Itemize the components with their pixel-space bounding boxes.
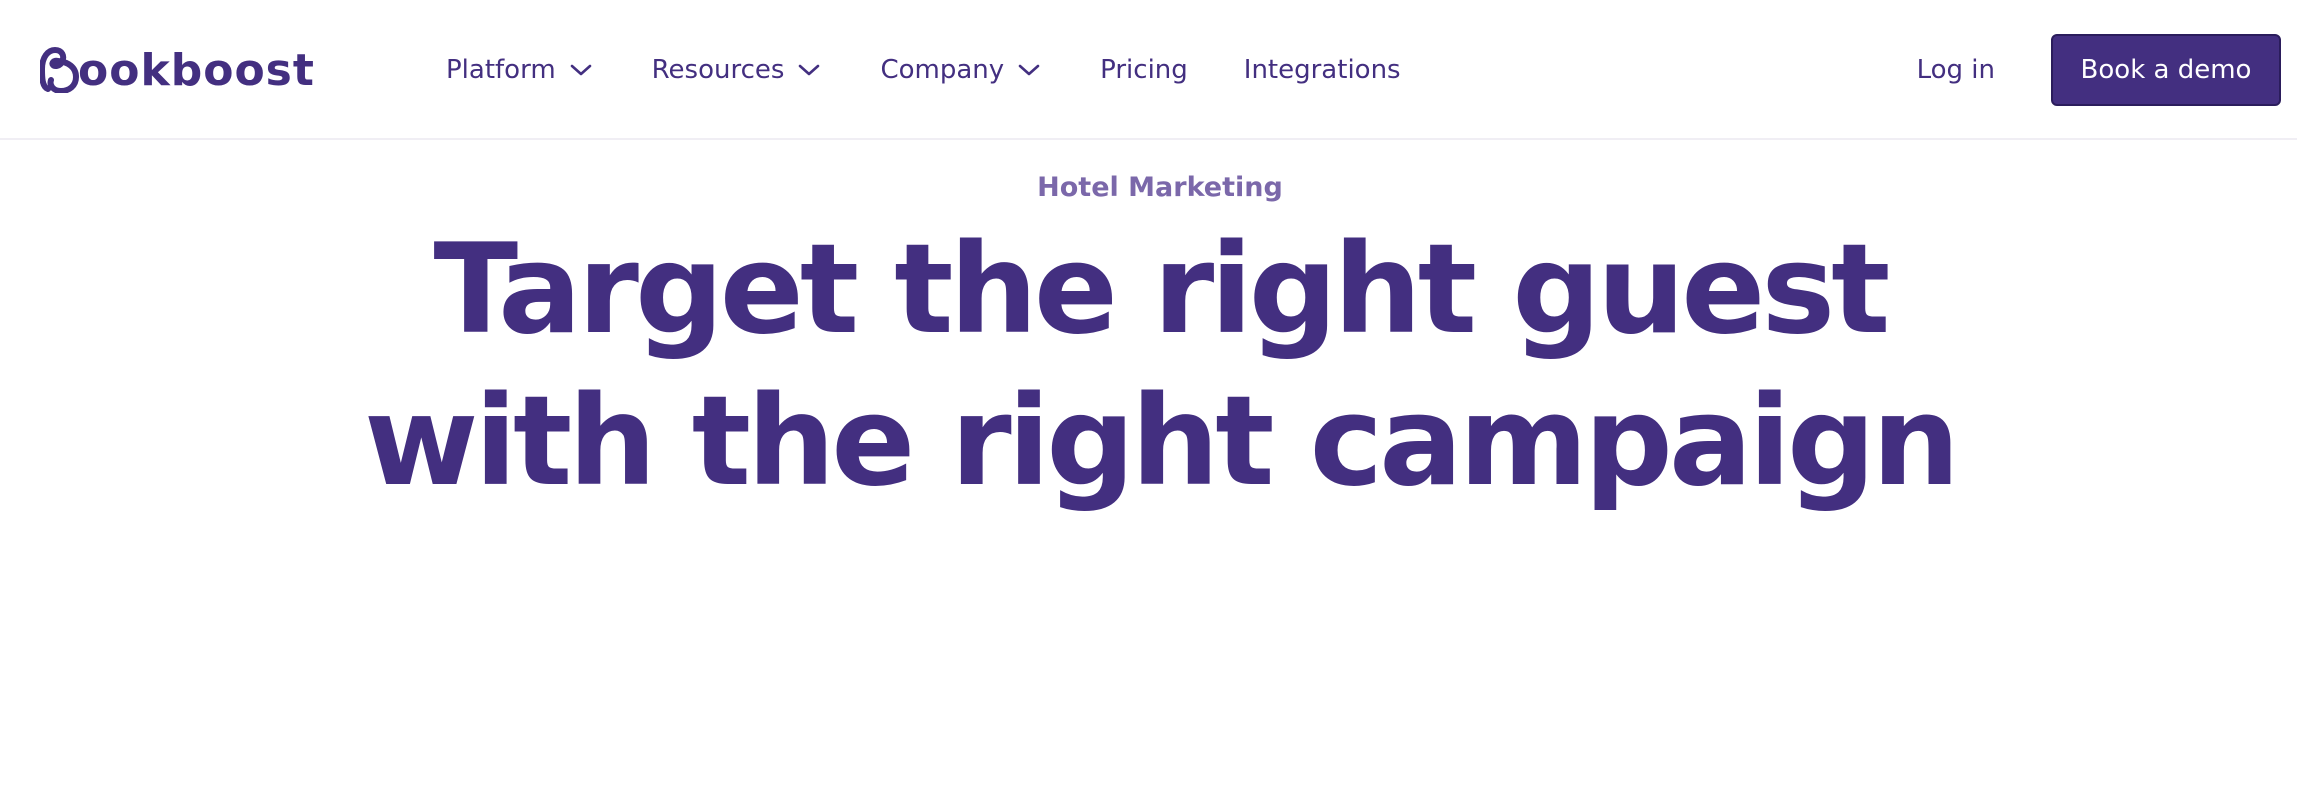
hero-eyebrow: Hotel Marketing — [1037, 172, 1283, 203]
book-demo-button[interactable]: Book a demo — [2051, 34, 2281, 106]
hero-headline: Target the right guest with the right ca… — [0, 214, 2297, 518]
nav-item-platform[interactable]: Platform — [446, 55, 592, 85]
hero-headline-line-2: with the right campaign — [363, 370, 1960, 514]
nav-item-label: Pricing — [1100, 55, 1188, 85]
nav-item-label: Integrations — [1243, 55, 1401, 85]
nav-item-pricing[interactable]: Pricing — [1100, 55, 1188, 85]
nav-item-label: Resources — [651, 55, 785, 85]
top-navbar: ookboost Platform Resources Company Pric… — [0, 0, 2297, 140]
nav-item-company[interactable]: Company — [880, 55, 1040, 85]
nav-item-label: Platform — [446, 55, 556, 85]
nav-item-resources[interactable]: Resources — [652, 55, 821, 85]
nav-item-integrations[interactable]: Integrations — [1244, 55, 1401, 85]
chevron-down-icon — [570, 64, 591, 76]
logo-wordmark: ookboost — [78, 44, 315, 96]
bookboost-logo-icon — [40, 47, 79, 93]
hero-headline-line-1: Target the right guest — [433, 218, 1891, 362]
chevron-down-icon — [799, 64, 820, 76]
bookboost-logo[interactable]: ookboost — [40, 40, 315, 100]
nav-item-label: Company — [880, 55, 1005, 85]
main-nav: Platform Resources Company Pricing Integ… — [446, 40, 1401, 100]
chevron-down-icon — [1018, 64, 1040, 76]
login-link[interactable]: Log in — [1917, 40, 1995, 100]
